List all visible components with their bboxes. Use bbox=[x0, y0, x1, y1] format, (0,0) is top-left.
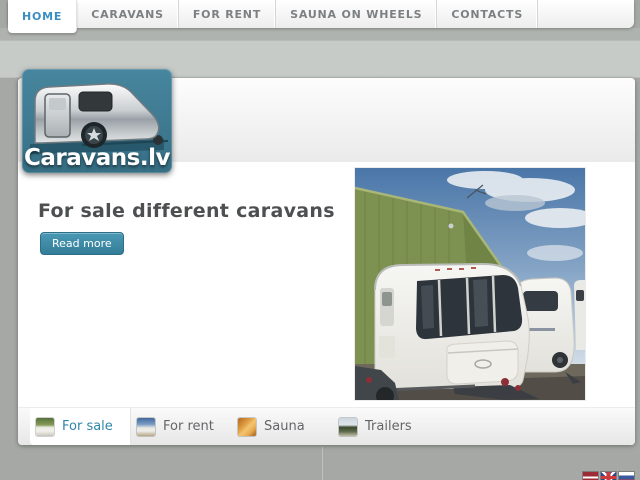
nav-item-for-rent[interactable]: FOR RENT bbox=[179, 0, 277, 28]
sauna-thumb-icon bbox=[238, 417, 256, 436]
caravan-rent-thumb-icon bbox=[137, 417, 155, 436]
tab-label: Sauna bbox=[264, 419, 305, 434]
trailer-thumb-icon bbox=[339, 417, 357, 436]
caravans-photo[interactable] bbox=[355, 168, 585, 400]
tab-label: For sale bbox=[62, 419, 113, 434]
nav-item-sauna-on-wheels[interactable]: SAUNA ON WHEELS bbox=[276, 0, 438, 28]
logo-text: Caravans.lv bbox=[24, 145, 170, 171]
nav-item-home[interactable]: HOME bbox=[8, 0, 78, 33]
latvian-flag-icon[interactable] bbox=[583, 472, 598, 480]
tab-label: Trailers bbox=[365, 419, 412, 434]
caravan-sale-thumb-icon bbox=[36, 417, 54, 436]
british-flag-icon[interactable] bbox=[601, 472, 616, 480]
nav-item-caravans[interactable]: CARAVANS bbox=[77, 0, 179, 28]
top-navbar: HOME CARAVANS FOR RENT SAUNA ON WHEELS C… bbox=[8, 0, 634, 33]
nav-item-contacts[interactable]: CONTACTS bbox=[437, 0, 539, 28]
read-more-button[interactable]: Read more bbox=[40, 232, 124, 255]
russian-flag-icon[interactable] bbox=[619, 472, 634, 480]
site-logo[interactable]: Caravans.lv bbox=[22, 69, 172, 173]
header-shadow-band bbox=[0, 28, 640, 40]
tab-trailers[interactable]: Trailers bbox=[333, 408, 434, 445]
tab-for-rent[interactable]: For rent bbox=[131, 408, 232, 445]
tab-label: For rent bbox=[163, 419, 214, 434]
language-switcher bbox=[583, 472, 634, 480]
tab-sauna[interactable]: Sauna bbox=[232, 408, 333, 445]
tab-for-sale[interactable]: For sale bbox=[30, 408, 131, 445]
category-tabbar: For sale For rent Sauna Trailers bbox=[18, 407, 635, 445]
page-title: For sale different caravans bbox=[38, 200, 335, 222]
footer-divider bbox=[322, 447, 323, 480]
